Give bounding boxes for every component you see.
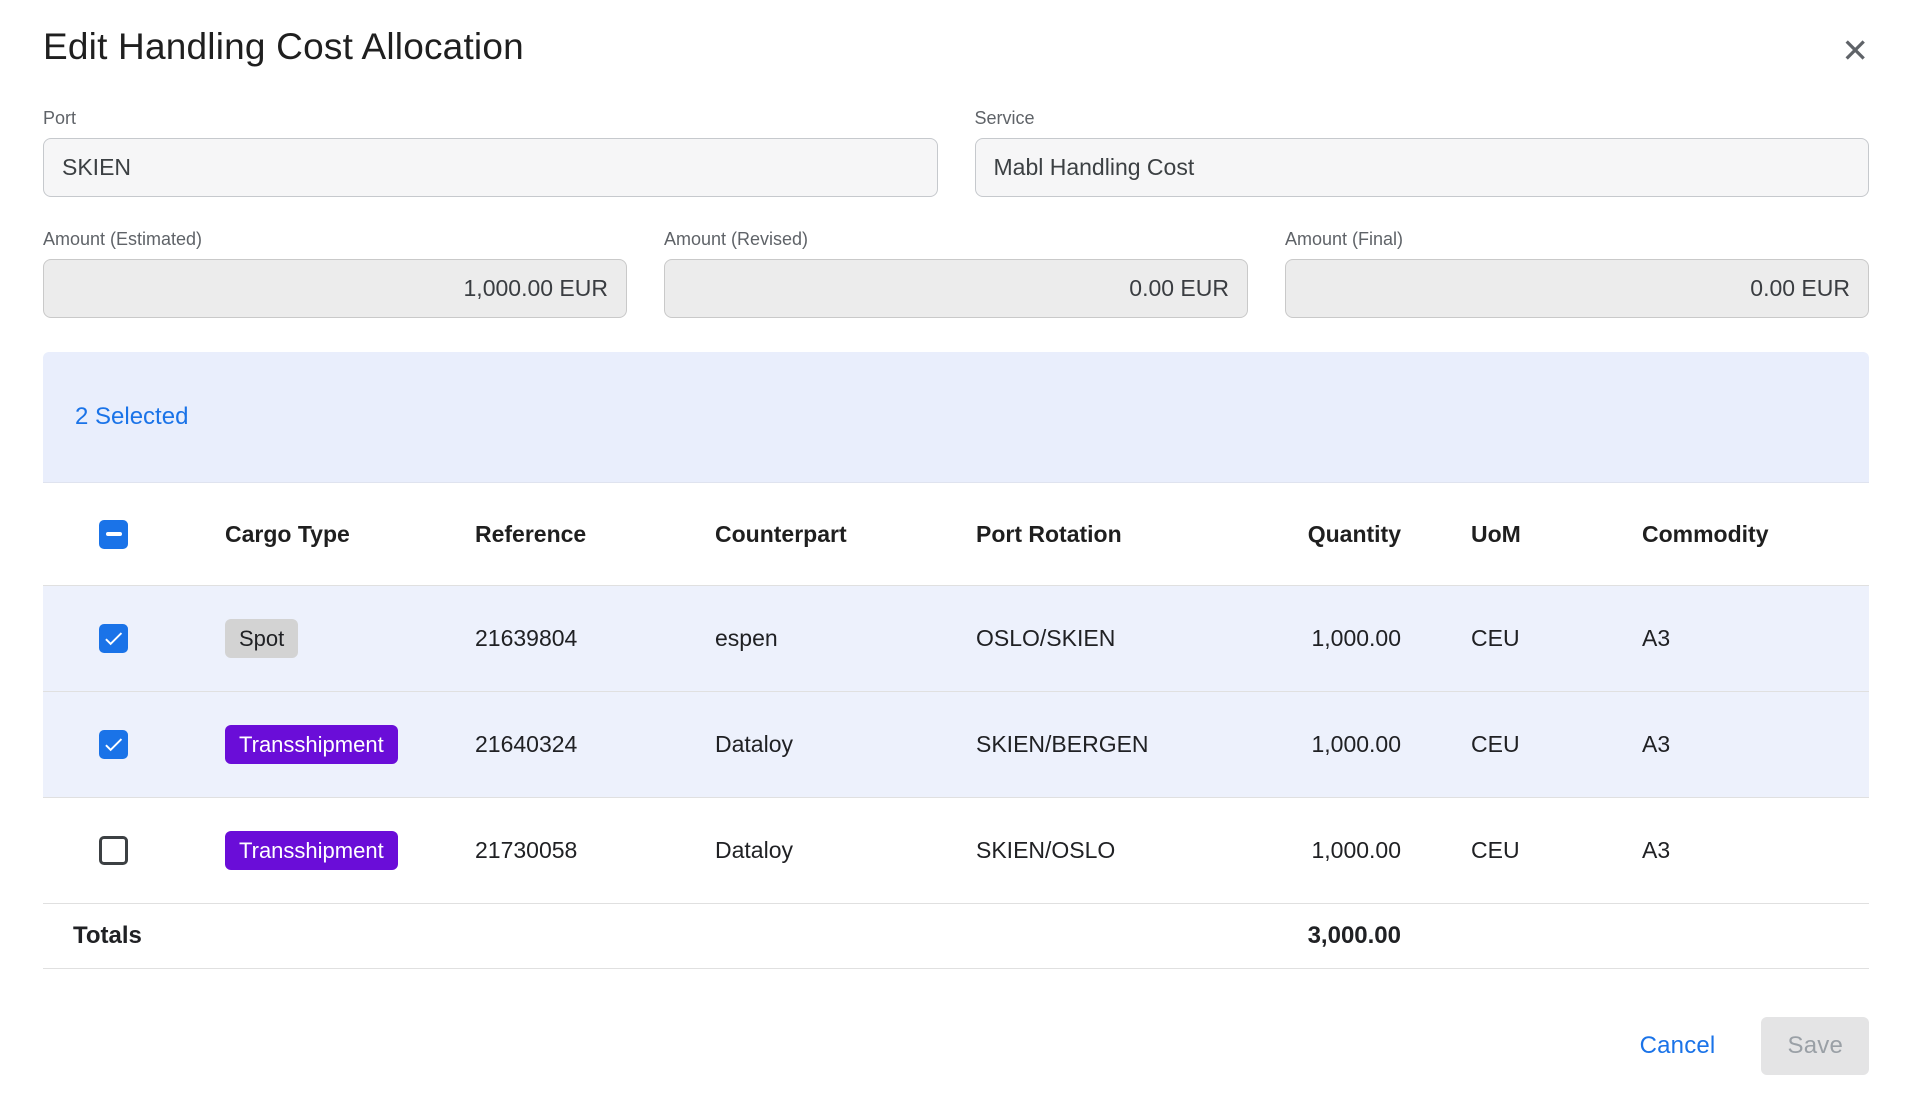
column-header-reference: Reference bbox=[475, 521, 715, 548]
table-row: Transshipment 21730058 Dataloy SKIEN/OSL… bbox=[43, 798, 1869, 904]
port-rotation-cell: OSLO/SKIEN bbox=[976, 625, 1201, 652]
cargo-type-cell: Transshipment bbox=[225, 831, 475, 871]
reference-cell: 21730058 bbox=[475, 837, 715, 864]
column-header-cargo-type: Cargo Type bbox=[225, 521, 475, 548]
dialog-title: Edit Handling Cost Allocation bbox=[43, 26, 524, 68]
service-field-group: Service bbox=[975, 108, 1870, 197]
close-icon[interactable]: ✕ bbox=[1841, 34, 1869, 67]
quantity-cell: 1,000.00 bbox=[1201, 625, 1401, 652]
check-icon bbox=[102, 627, 125, 650]
column-header-uom: UoM bbox=[1401, 521, 1642, 548]
row-checkbox-checked[interactable] bbox=[99, 730, 128, 759]
header-checkbox-cell bbox=[43, 520, 225, 549]
port-rotation-cell: SKIEN/BERGEN bbox=[976, 731, 1201, 758]
service-input bbox=[975, 138, 1870, 197]
selected-count-label: 2 Selected bbox=[75, 403, 188, 431]
amount-revised-field-group: Amount (Revised) bbox=[664, 229, 1248, 318]
amount-revised-label: Amount (Revised) bbox=[664, 229, 1248, 250]
reference-cell: 21640324 bbox=[475, 731, 715, 758]
dialog-header: Edit Handling Cost Allocation ✕ bbox=[43, 26, 1869, 68]
commodity-cell: A3 bbox=[1642, 837, 1869, 864]
uom-cell: CEU bbox=[1401, 625, 1642, 652]
totals-quantity: 3,000.00 bbox=[1201, 922, 1401, 950]
form-row-port-service: Port Service bbox=[43, 108, 1869, 197]
edit-handling-cost-allocation-dialog: Edit Handling Cost Allocation ✕ Port Ser… bbox=[0, 0, 1912, 1075]
save-button[interactable]: Save bbox=[1761, 1017, 1869, 1075]
totals-label: Totals bbox=[43, 922, 225, 950]
port-input bbox=[43, 138, 938, 197]
column-header-counterpart: Counterpart bbox=[715, 521, 976, 548]
counterpart-cell: Dataloy bbox=[715, 837, 976, 864]
port-rotation-cell: SKIEN/OSLO bbox=[976, 837, 1201, 864]
indeterminate-icon bbox=[106, 532, 122, 536]
quantity-cell: 1,000.00 bbox=[1201, 731, 1401, 758]
amount-final-field-group: Amount (Final) bbox=[1285, 229, 1869, 318]
quantity-cell: 1,000.00 bbox=[1201, 837, 1401, 864]
dialog-footer: Cancel Save bbox=[43, 1017, 1869, 1075]
service-label: Service bbox=[975, 108, 1870, 129]
amount-final-input bbox=[1285, 259, 1869, 318]
uom-cell: CEU bbox=[1401, 731, 1642, 758]
row-checkbox-cell bbox=[43, 836, 225, 865]
table-row: Transshipment 21640324 Dataloy SKIEN/BER… bbox=[43, 692, 1869, 798]
amount-estimated-label: Amount (Estimated) bbox=[43, 229, 627, 250]
cargo-type-badge: Spot bbox=[225, 619, 298, 659]
cargo-type-badge: Transshipment bbox=[225, 831, 398, 871]
reference-cell: 21639804 bbox=[475, 625, 715, 652]
allocation-table: 2 Selected Cargo Type Reference Counterp… bbox=[43, 352, 1869, 969]
form-row-amounts: Amount (Estimated) Amount (Revised) Amou… bbox=[43, 229, 1869, 318]
uom-cell: CEU bbox=[1401, 837, 1642, 864]
counterpart-cell: espen bbox=[715, 625, 976, 652]
table-row: Spot 21639804 espen OSLO/SKIEN 1,000.00 … bbox=[43, 586, 1869, 692]
column-header-quantity: Quantity bbox=[1201, 521, 1401, 548]
cancel-button[interactable]: Cancel bbox=[1640, 1032, 1716, 1060]
amount-estimated-field-group: Amount (Estimated) bbox=[43, 229, 627, 318]
cargo-type-cell: Spot bbox=[225, 619, 475, 659]
table-header-row: Cargo Type Reference Counterpart Port Ro… bbox=[43, 483, 1869, 586]
row-checkbox-cell bbox=[43, 624, 225, 653]
port-field-group: Port bbox=[43, 108, 938, 197]
amount-revised-input bbox=[664, 259, 1248, 318]
column-header-commodity: Commodity bbox=[1642, 521, 1869, 548]
selection-summary-bar: 2 Selected bbox=[43, 352, 1869, 483]
amount-final-label: Amount (Final) bbox=[1285, 229, 1869, 250]
check-icon bbox=[102, 733, 125, 756]
port-label: Port bbox=[43, 108, 938, 129]
amount-estimated-input bbox=[43, 259, 627, 318]
row-checkbox-checked[interactable] bbox=[99, 624, 128, 653]
cargo-type-cell: Transshipment bbox=[225, 725, 475, 765]
row-checkbox-cell bbox=[43, 730, 225, 759]
commodity-cell: A3 bbox=[1642, 625, 1869, 652]
commodity-cell: A3 bbox=[1642, 731, 1869, 758]
totals-row: Totals 3,000.00 bbox=[43, 904, 1869, 969]
column-header-port-rotation: Port Rotation bbox=[976, 521, 1201, 548]
row-checkbox-unchecked[interactable] bbox=[99, 836, 128, 865]
counterpart-cell: Dataloy bbox=[715, 731, 976, 758]
cargo-type-badge: Transshipment bbox=[225, 725, 398, 765]
select-all-checkbox[interactable] bbox=[99, 520, 128, 549]
